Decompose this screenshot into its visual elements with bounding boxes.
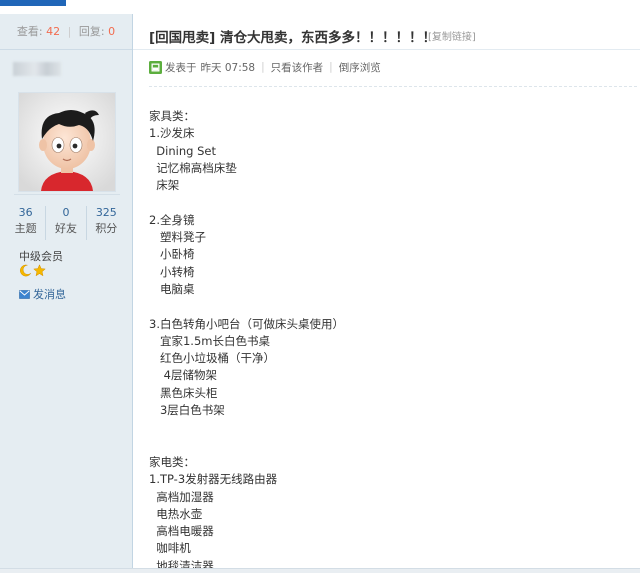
author-icon (149, 60, 162, 74)
post-content-line (149, 419, 629, 436)
avatar[interactable] (18, 92, 116, 192)
post-content-line: 黑色床头柜 (149, 385, 218, 400)
post-content-line: 3层白色书架 (149, 403, 225, 418)
post-content-line: 2.全身镜 (149, 212, 195, 227)
count-points-num[interactable]: 325 (87, 206, 126, 220)
thread-stats: 查看: 42 | 回复: 0 (0, 14, 132, 50)
count-topics-num[interactable]: 36 (6, 206, 45, 220)
stats-divider: | (67, 25, 72, 38)
post-content-line: 1.沙发床 (149, 126, 195, 141)
post-content-line: 家具类： (149, 109, 195, 123)
post-content-line (149, 298, 629, 315)
bottom-edge (0, 568, 640, 573)
post-content-line: 电脑桌 (149, 281, 195, 296)
post-content-line: 小卧椅 (149, 247, 195, 262)
post-content-line: 宜家1.5m长白色书桌 (149, 333, 270, 348)
post-content-line: Dining Set (149, 143, 216, 158)
post-content-line: 红色小垃圾桶（干净） (149, 351, 275, 366)
meta-divider: | (329, 61, 333, 73)
count-topics-label[interactable]: 主题 (6, 222, 45, 236)
posted-time: 昨天 07:58 (200, 61, 256, 74)
only-author-link[interactable]: 只看该作者 (271, 60, 324, 75)
send-message-link[interactable]: 发消息 (19, 286, 66, 302)
post-content-line: 记忆棉高档床垫 (149, 160, 237, 175)
post-meta: 发表于 昨天 07:58 | 只看该作者 | 倒序浏览 (149, 60, 381, 74)
envelope-icon (19, 289, 30, 299)
post-content-line: 电热水壶 (149, 506, 203, 521)
count-topics[interactable]: 36 主题 (6, 206, 47, 240)
count-points[interactable]: 325 积分 (87, 206, 126, 240)
post-content-line: 高档电暖器 (149, 524, 214, 539)
star-icon (33, 264, 46, 277)
post-content-line: 小转椅 (149, 264, 195, 279)
avatar-image (19, 93, 115, 191)
author-sidebar: 查看: 42 | 回复: 0 36 主题 0 好友 325 积分 中级会员 发消… (0, 14, 133, 572)
count-points-label[interactable]: 积分 (87, 222, 126, 236)
post-content-line: 家电类： (149, 454, 195, 469)
post-content-line: 塑料凳子 (149, 230, 206, 245)
post-content-line (149, 437, 629, 454)
username-redacted[interactable] (13, 62, 61, 76)
views-label: 查看: (16, 25, 43, 38)
user-counts: 36 主题 0 好友 325 积分 (6, 206, 126, 240)
post-content-line: 1.TP-3发射器无线路由器 (149, 472, 278, 487)
top-tab[interactable] (0, 0, 66, 6)
post-title: [回国甩卖] 清仓大甩卖，东西多多！！！！！！ (149, 30, 437, 46)
reverse-browse-link[interactable]: 倒序浏览 (339, 60, 381, 75)
post-content-line (149, 194, 629, 211)
post-content-line: 咖啡机 (149, 541, 191, 556)
meta-divider: | (261, 61, 265, 73)
count-friends-num[interactable]: 0 (46, 206, 85, 220)
count-friends-label[interactable]: 好友 (46, 222, 85, 236)
moon-icon (20, 264, 32, 277)
views-count: 42 (46, 25, 61, 38)
meta-separator (149, 86, 637, 87)
post-content-line: 床架 (149, 178, 180, 193)
count-friends[interactable]: 0 好友 (46, 206, 87, 240)
replies-count: 0 (108, 25, 116, 38)
post-content-line: 4层储物架 (149, 368, 217, 383)
post-content-line: 高档加湿器 (149, 489, 214, 504)
posted-label: 发表于 (165, 61, 197, 74)
post-header: [回国甩卖] 清仓大甩卖，东西多多！！！！！！ [复制链接] (133, 14, 640, 50)
post-content: 家具类： 1.沙发床 Dining Set 记忆棉高档床垫 床架 2.全身镜 塑料凳… (149, 108, 629, 575)
avatar-divider (14, 194, 120, 199)
rank-icons (19, 264, 46, 278)
copy-link-button[interactable]: [复制链接] (428, 28, 476, 43)
post-area: [回国甩卖] 清仓大甩卖，东西多多！！！！！！ [复制链接] 发表于 昨天 07… (133, 14, 640, 575)
member-rank[interactable]: 中级会员 (19, 248, 63, 264)
send-message-label[interactable]: 发消息 (33, 286, 66, 302)
post-content-line: 3.白色转角小吧台（可做床头桌使用） (149, 316, 344, 331)
replies-label: 回复: (78, 25, 105, 38)
top-bar (0, 0, 640, 14)
